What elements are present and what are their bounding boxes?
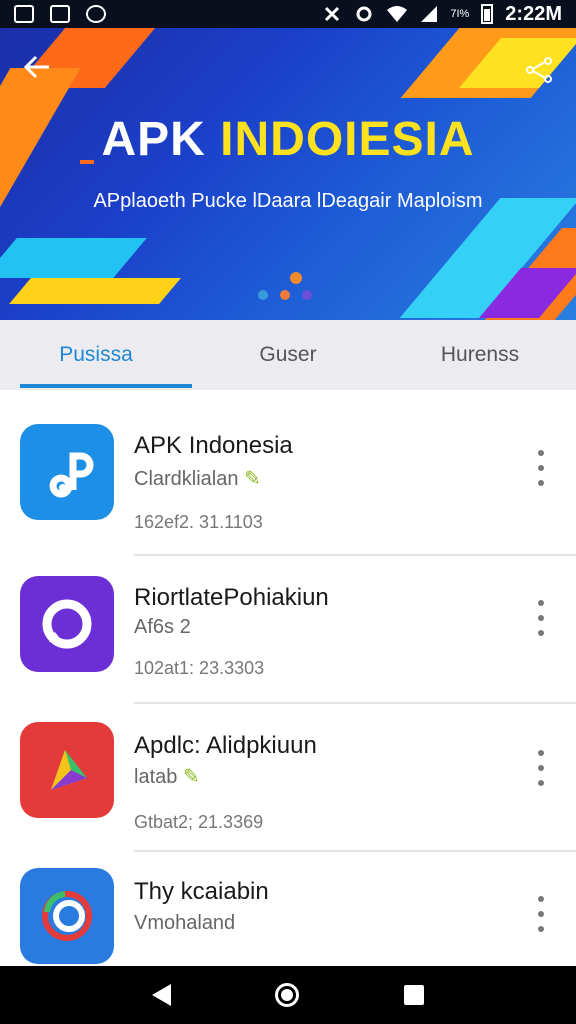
decor-stripe xyxy=(0,238,147,278)
banner-title: APK INDOIESIA xyxy=(0,112,576,167)
app-meta: 162ef2. 31.1103 xyxy=(134,512,263,532)
carousel-dot[interactable] xyxy=(280,290,290,300)
back-button[interactable] xyxy=(22,52,56,86)
tab-bar: Pusissa Guser Hurenss xyxy=(0,320,576,390)
system-nav-bar xyxy=(0,966,576,1024)
status-bar: 7I% 2:22M xyxy=(0,0,576,28)
sync-notification-icon xyxy=(86,5,106,23)
hero-banner: APK INDOIESIA APplaoeth Pucke lDaara lDe… xyxy=(0,28,576,320)
mute-icon xyxy=(325,6,340,22)
nav-back-icon[interactable] xyxy=(152,984,172,1006)
clock: 2:22M xyxy=(505,2,562,25)
list-item[interactable]: Thy kcaiabin Vmohaland xyxy=(20,852,576,966)
list-item[interactable]: Apdlc: Alidpkiuun latab ✎ Gtbat2; 21.336… xyxy=(20,704,576,852)
app-meta: Gtbat2; 21.3369 xyxy=(134,812,264,832)
carousel-indicator xyxy=(258,290,312,300)
app-category: Vmohaland xyxy=(134,912,236,934)
app-meta: 102at1: 23.3303 xyxy=(134,658,265,678)
list-item[interactable]: APK Indonesia Clardklialan ✎ 162ef2. 31.… xyxy=(20,392,576,556)
app-name: RiortlatePohiakiun xyxy=(134,584,329,611)
carousel-dot[interactable] xyxy=(302,290,312,300)
wifi-icon xyxy=(387,6,408,22)
battery-percentage: 7I% xyxy=(450,8,470,20)
decor-stripe xyxy=(9,278,181,304)
app-name: Apdlc: Alidpkiuun xyxy=(134,732,317,759)
banner-title-white: APK xyxy=(101,113,221,166)
tab-guser[interactable]: Guser xyxy=(192,320,384,390)
tab-hurenss[interactable]: Hurenss xyxy=(384,320,576,390)
app-list: APK Indonesia Clardklialan ✎ 162ef2. 31.… xyxy=(0,392,576,966)
more-options-button[interactable] xyxy=(536,450,546,486)
app-ring-icon xyxy=(20,868,114,964)
share-button[interactable] xyxy=(524,56,556,86)
share-icon xyxy=(526,57,552,83)
settings-notification-icon xyxy=(356,6,372,22)
app-category: latab ✎ xyxy=(134,766,200,788)
app-blue-icon xyxy=(20,424,114,520)
more-options-button[interactable] xyxy=(536,750,546,786)
carousel-dot-active xyxy=(290,272,302,284)
more-options-button[interactable] xyxy=(536,600,546,636)
gallery-notification-icon xyxy=(14,5,34,23)
app-category: Clardklialan ✎ xyxy=(134,468,261,490)
leaf-icon: ✎ xyxy=(244,468,261,490)
list-item[interactable]: RiortlatePohiakiun Af6s 2 102at1: 23.330… xyxy=(20,556,576,704)
app-purple-icon xyxy=(20,576,114,672)
carousel-dot[interactable] xyxy=(258,290,268,300)
nav-recent-icon[interactable] xyxy=(403,985,424,1005)
app-name: Thy kcaiabin xyxy=(134,878,269,905)
more-options-button[interactable] xyxy=(536,896,546,932)
app-category: Af6s 2 xyxy=(134,616,191,638)
banner-title-yellow: INDOIESIA xyxy=(220,113,475,166)
banner-subtitle: APplaoeth Pucke lDaara lDeagair Maploism xyxy=(93,190,483,212)
signal-icon xyxy=(421,6,438,22)
play-icon xyxy=(20,722,114,818)
battery-icon xyxy=(481,4,494,24)
leaf-icon: ✎ xyxy=(182,766,200,788)
arrow-left-icon xyxy=(23,55,49,79)
tab-pusissa[interactable]: Pusissa xyxy=(0,320,192,390)
nav-home-icon[interactable] xyxy=(275,983,300,1007)
app-name: APK Indonesia xyxy=(134,432,293,459)
app-notification-icon xyxy=(50,5,70,23)
